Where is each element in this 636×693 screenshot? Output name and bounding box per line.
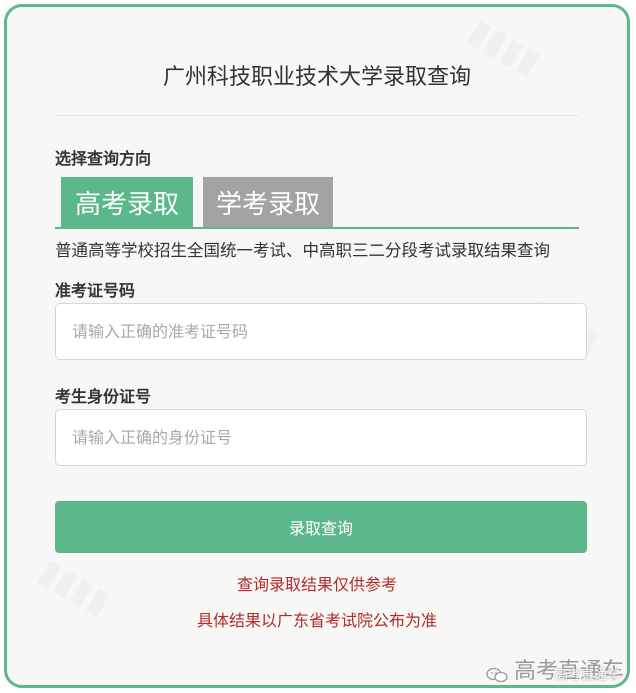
query-card: ▮▮▮▮ ▮▮▮▮ ▮▮▮▮ 广州科技职业技术大学录取查询 选择查询方向 高考录… <box>4 4 630 688</box>
reference-note: 查询录取结果仅供参考 <box>236 575 397 594</box>
admission-query-button[interactable]: 录取查询 <box>55 501 587 553</box>
id-card-input[interactable] <box>55 409 587 466</box>
tab-underline <box>55 227 579 229</box>
id-card-label: 考生身份证号 <box>55 387 152 406</box>
title-divider <box>55 115 579 116</box>
page-title: 广州科技职业技术大学录取查询 <box>162 65 471 90</box>
brand-name: 高考直通车 高考直通车 <box>486 653 624 685</box>
exam-id-input[interactable] <box>55 303 587 360</box>
direction-label: 选择查询方向 <box>55 149 152 168</box>
wechat-icon <box>486 667 508 683</box>
official-note: 具体结果以广东省考试院公布为准 <box>196 611 437 630</box>
exam-id-label: 准考证号码 <box>55 281 136 300</box>
brand-subtitle: 高考直通车 <box>554 668 620 683</box>
tab-description: 普通高等学校招生全国统一考试、中高职三二分段考试录取结果查询 <box>55 241 550 260</box>
brand-watermark: 高考直通车 高考直通车 <box>486 653 624 685</box>
tab-xuekao-admission[interactable]: 学考录取 <box>203 177 333 227</box>
tab-gaokao-admission[interactable]: 高考录取 <box>61 177 193 227</box>
